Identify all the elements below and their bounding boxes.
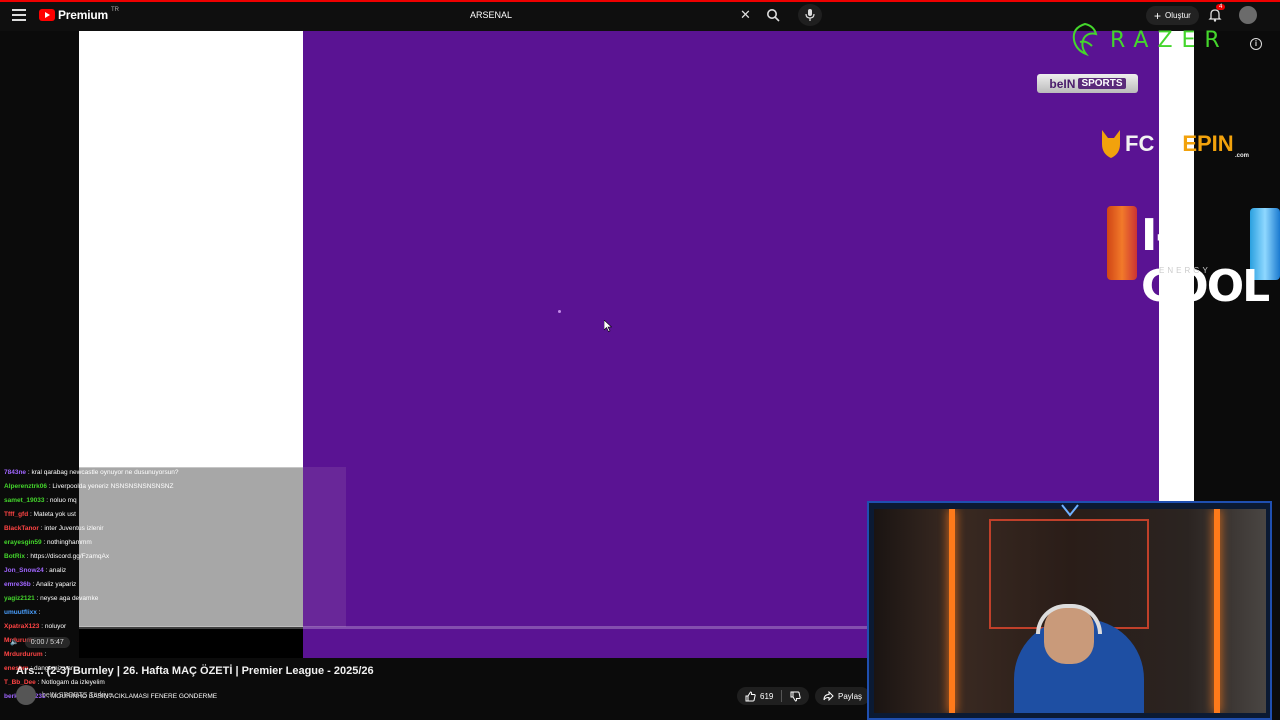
mic-button[interactable] — [798, 4, 822, 26]
neon-light-right — [1214, 509, 1220, 713]
chat-text: : Mateta yok ust — [30, 511, 76, 518]
chat-username: emre36b — [4, 581, 31, 588]
chat-message: 7843ne : kral qarabag newcastle oynuyor … — [4, 468, 179, 477]
logo-region: TR — [110, 7, 119, 13]
bein-sports-text: SPORTS — [1078, 78, 1126, 89]
chat-message: Mrdurdurum : — [4, 650, 46, 659]
chat-message: BotRix : https://discord.gg/FzamqAx — [4, 552, 109, 561]
chat-message: Jon_Snow24 : analiz — [4, 566, 66, 575]
cursor-icon — [604, 320, 612, 332]
info-icon[interactable]: i — [1250, 38, 1262, 50]
razer-text: RAZER — [1110, 27, 1229, 53]
chat-message: Tfff_gfd : Mateta yok ust — [4, 510, 76, 519]
icool-subtext: ENERGY — [1159, 266, 1211, 275]
chat-message: BlackTanor : inter Juventus izlenir — [4, 524, 104, 533]
channel-name[interactable]: beIN SPORTS Türkiye — [42, 692, 112, 699]
chat-text: : — [44, 651, 47, 658]
mic-icon — [805, 9, 815, 21]
chat-username: samet_19033 — [4, 497, 45, 504]
share-label: Paylaş — [838, 691, 863, 701]
search-input[interactable] — [462, 4, 762, 26]
chat-text: : neyse aga devamke — [36, 595, 99, 602]
create-label: Oluştur — [1165, 11, 1191, 20]
razer-snake-icon — [1072, 22, 1098, 57]
chat-message: emre36b : Analiz yapariz — [4, 580, 76, 589]
chat-username: XpatraX123 — [4, 623, 40, 630]
channel-avatar[interactable] — [16, 685, 36, 705]
chat-username: 7843ne — [4, 469, 27, 476]
search-box[interactable] — [462, 4, 762, 26]
chat-background-tint — [303, 467, 346, 627]
chat-message: yagiz2121 : neyse aga devamke — [4, 594, 98, 603]
share-icon — [823, 691, 834, 701]
chat-text: : Analiz yapariz — [32, 581, 77, 588]
account-avatar[interactable] — [1239, 6, 1257, 24]
time-display: 0:00 / 5:47 — [24, 636, 70, 648]
streamer-logo-icon — [1061, 504, 1079, 517]
chat-text: : noluyor — [41, 623, 67, 630]
like-icon — [745, 690, 756, 701]
chat-message: samet_19033 : noluo mq — [4, 496, 77, 505]
player-controls: 🔈 0:00 / 5:47 — [10, 636, 130, 648]
chat-username: Mrdurdurum — [4, 651, 43, 658]
youtube-logo[interactable]: Premium TR — [39, 7, 119, 22]
notification-badge: 4 — [1216, 4, 1226, 10]
razer-logo: RAZER — [1066, 20, 1229, 60]
chat-message: XpatraX123 : noluyor — [4, 622, 66, 631]
chat-text: : inter Juventus izlenir — [40, 525, 104, 532]
dislike-button[interactable] — [782, 687, 809, 705]
logo-text: Premium — [58, 8, 108, 22]
chat-text: : analiz — [45, 567, 67, 574]
bein-sports-logo: beIN SPORTS — [1037, 74, 1138, 93]
chat-text: : Liverpoolda yeneriz NSNSNSNSNSNSNZ — [48, 483, 174, 490]
epin-text: EPIN — [1182, 131, 1234, 156]
chat-username: erayesgin59 — [4, 539, 42, 546]
volume-icon[interactable]: 🔈 — [10, 638, 19, 646]
chat-message: Alperenztrk06 : Liverpoolda yeneriz NSNS… — [4, 482, 173, 491]
dislike-icon — [790, 691, 802, 702]
share-button[interactable]: Paylaş — [815, 687, 871, 705]
chat-text: : — [38, 609, 41, 616]
fcepin-logo: FC EPIN .com — [1100, 130, 1249, 159]
epin-com-text: .com — [1235, 153, 1250, 159]
webcam-feed — [874, 509, 1266, 713]
close-icon[interactable]: ✕ — [740, 8, 751, 21]
youtube-play-icon — [39, 9, 55, 21]
progress-bar[interactable] — [79, 626, 872, 629]
like-button[interactable]: 619 — [737, 687, 781, 705]
chat-username: yagiz2121 — [4, 595, 35, 602]
search-icon[interactable] — [766, 8, 780, 22]
chat-username: Jon_Snow24 — [4, 567, 44, 574]
fox-icon — [1102, 130, 1120, 158]
video-title: Ars... (2-3) Burnley | 26. Hafta MAÇ ÖZE… — [16, 665, 374, 677]
chat-username: Alperenztrk06 — [4, 483, 47, 490]
chat-username: Tfff_gfd — [4, 511, 29, 518]
chat-text: : kral qarabag newcastle oynuyor ne dusu… — [27, 469, 179, 476]
fc-text: FC — [1125, 131, 1155, 156]
neon-light-left — [949, 509, 955, 713]
icool-logo: I-COOL ENERGY — [1107, 206, 1280, 312]
chat-message: umuutflixx : — [4, 608, 41, 617]
plus-icon: + — [1154, 8, 1162, 23]
top-accent-line — [0, 0, 1280, 2]
chat-username: BlackTanor — [4, 525, 39, 532]
loading-dot — [558, 310, 561, 313]
like-count: 619 — [760, 691, 774, 701]
chat-text: : nothinghammm — [43, 539, 92, 546]
bein-text: beIN — [1049, 76, 1076, 91]
icool-can-orange — [1107, 206, 1137, 280]
chat-username: BotRix — [4, 553, 25, 560]
channel-row: beIN SPORTS Türkiye — [16, 685, 112, 705]
menu-icon[interactable] — [12, 9, 26, 21]
icool-text: I-COOL — [1141, 210, 1270, 312]
chat-text: : https://discord.gg/FzamqAx — [26, 553, 110, 560]
chat-message: erayesgin59 : nothinghammm — [4, 538, 92, 547]
chat-text: : noluo mq — [46, 497, 77, 504]
like-dislike-group: 619 — [737, 687, 810, 705]
chat-username: umuutflixx — [4, 609, 37, 616]
video-white-panel — [79, 31, 303, 468]
